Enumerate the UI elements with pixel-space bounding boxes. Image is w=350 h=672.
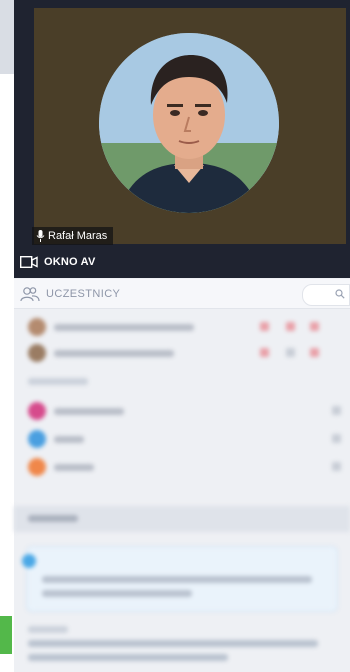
- avatar: [28, 344, 46, 362]
- speaker-name-tag: Rafał Maras: [32, 227, 114, 245]
- avatar: [28, 430, 46, 448]
- avatar: [28, 402, 46, 420]
- participants-header: UCZESTNICY: [14, 279, 350, 309]
- av-window-label: OKNO AV: [44, 256, 96, 268]
- speaker-avatar: [99, 33, 279, 213]
- search-icon: [335, 289, 345, 299]
- people-icon: [20, 286, 40, 301]
- speaker-name: Rafał Maras: [48, 230, 108, 242]
- participants-title: UCZESTNICY: [46, 287, 121, 300]
- avatar: [28, 458, 46, 476]
- left-panel-header: [0, 0, 14, 74]
- microphone-icon: [36, 230, 45, 242]
- avatar: [28, 318, 46, 336]
- participants-list-blurred: [14, 310, 350, 672]
- av-window-toggle[interactable]: OKNO AV: [14, 248, 350, 276]
- left-panel-edge: [0, 0, 14, 672]
- green-side-tab[interactable]: [0, 616, 12, 654]
- participants-search-input[interactable]: [302, 284, 350, 306]
- camera-icon: [20, 256, 38, 268]
